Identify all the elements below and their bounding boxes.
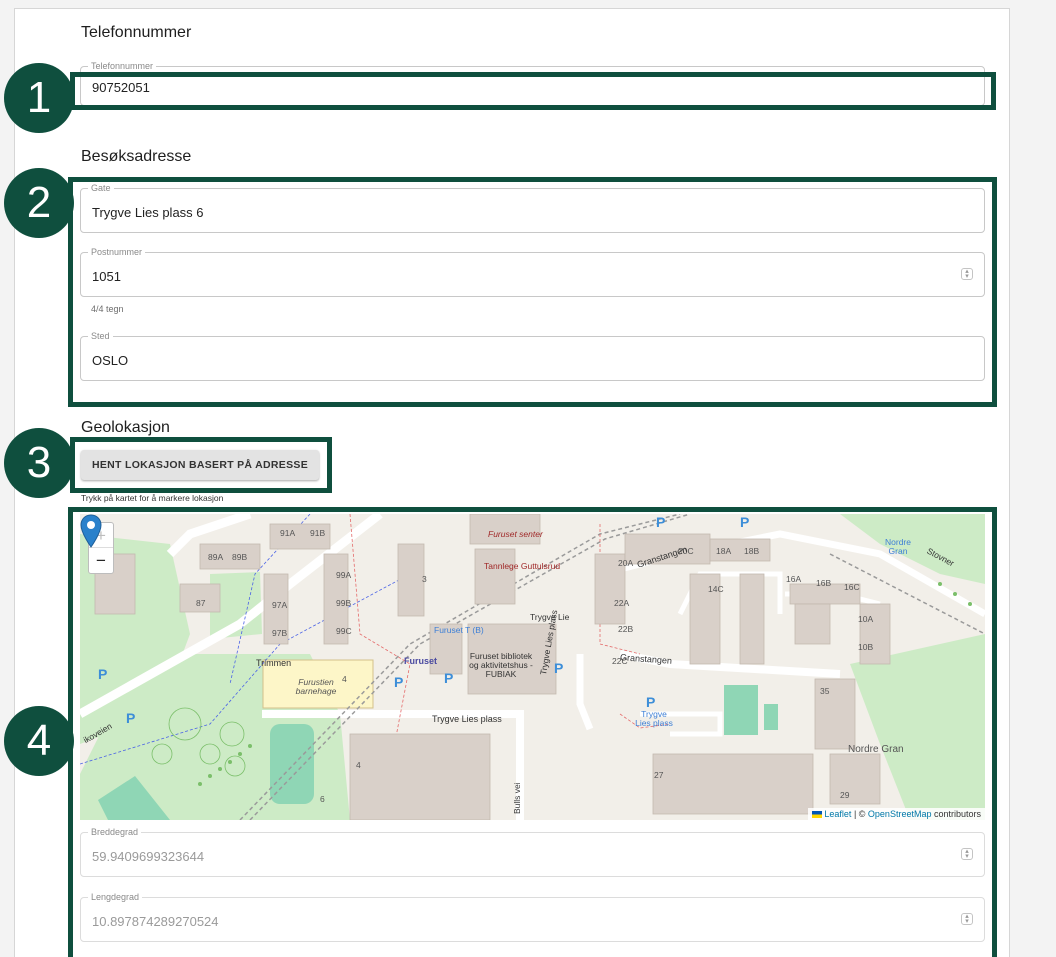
- phone-field-label: Telefonnummer: [88, 60, 157, 72]
- annotation-badge-4: 4: [4, 706, 74, 776]
- geo-section-title: Geolokasjon: [81, 419, 170, 436]
- highlight-box-2: [68, 177, 997, 407]
- map-hint: Trykk på kartet for å markere lokasjon: [81, 493, 224, 503]
- phone-section-title: Telefonnummer: [81, 24, 192, 41]
- annotation-badge-3: 3: [4, 428, 74, 498]
- annotation-badge-1: 1: [4, 63, 74, 133]
- address-section-title: Besøksadresse: [81, 148, 192, 165]
- highlight-box-4: [68, 507, 997, 957]
- highlight-box-1: [70, 72, 996, 110]
- annotation-badge-2: 2: [4, 168, 74, 238]
- highlight-box-3: [70, 437, 332, 493]
